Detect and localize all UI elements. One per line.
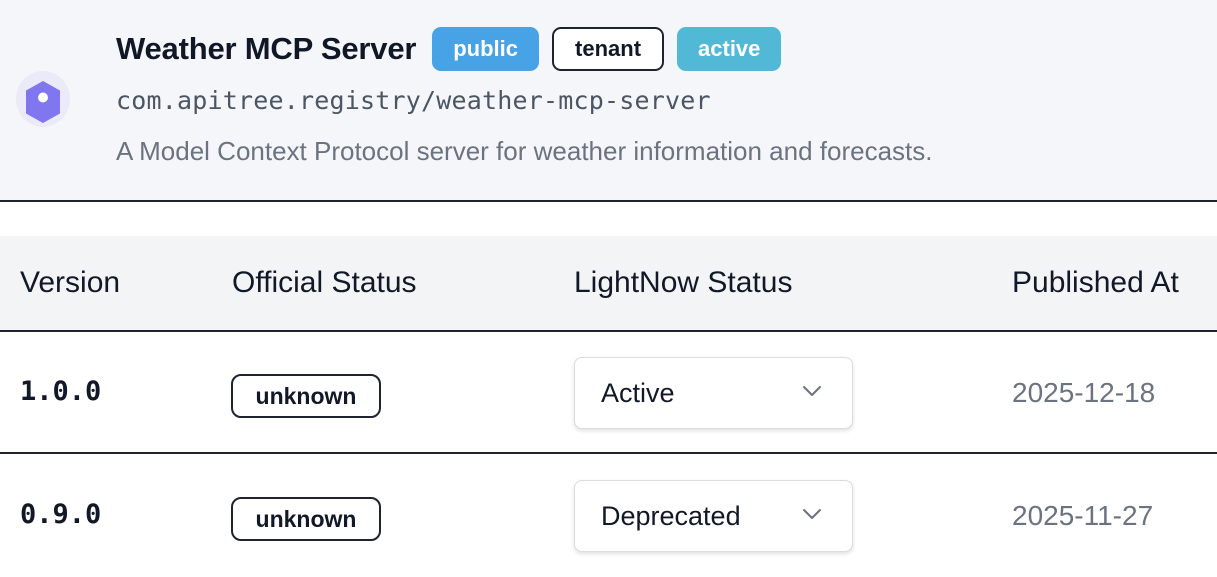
column-header-official-status: Official Status: [232, 266, 417, 299]
server-title: Weather MCP Server: [116, 31, 417, 66]
official-status-chip: unknown: [231, 497, 381, 541]
version-cell: 0.9.0: [20, 499, 102, 530]
column-header-version: Version: [20, 266, 121, 299]
hexagon-pin-icon: [26, 81, 60, 123]
server-header: Weather MCP Server public tenant active …: [0, 0, 1217, 202]
version-cell: 1.0.0: [20, 376, 102, 407]
lightnow-status-select[interactable]: Active: [574, 357, 853, 429]
column-header-published-at: Published At: [1012, 266, 1179, 299]
versions-table-header: Version Official Status LightNow Status …: [0, 236, 1217, 332]
chevron-down-icon: [803, 509, 821, 519]
published-date-cell: 2025-12-18: [1012, 377, 1156, 408]
title-row: Weather MCP Server public tenant active: [116, 27, 782, 71]
chevron-down-icon: [803, 386, 821, 396]
official-status-chip: unknown: [231, 374, 381, 418]
status-badge-active: active: [677, 27, 782, 71]
visibility-badge-public: public: [432, 27, 540, 71]
server-identifier: com.apitree.registry/weather-mcp-server: [116, 86, 711, 115]
server-description: A Model Context Protocol server for weat…: [116, 136, 933, 166]
table-row: 0.9.0 unknown Deprecated 2025-11-27: [0, 455, 1217, 577]
column-header-lightnow-status: LightNow Status: [574, 266, 793, 299]
server-logo: [16, 71, 70, 133]
scope-badge-tenant: tenant: [552, 27, 665, 71]
published-date-cell: 2025-11-27: [1012, 500, 1154, 531]
select-value: Deprecated: [601, 500, 741, 531]
lightnow-status-select[interactable]: Deprecated: [574, 480, 853, 552]
select-value: Active: [601, 377, 675, 408]
table-row: 1.0.0 unknown Active 2025-12-18: [0, 332, 1217, 454]
